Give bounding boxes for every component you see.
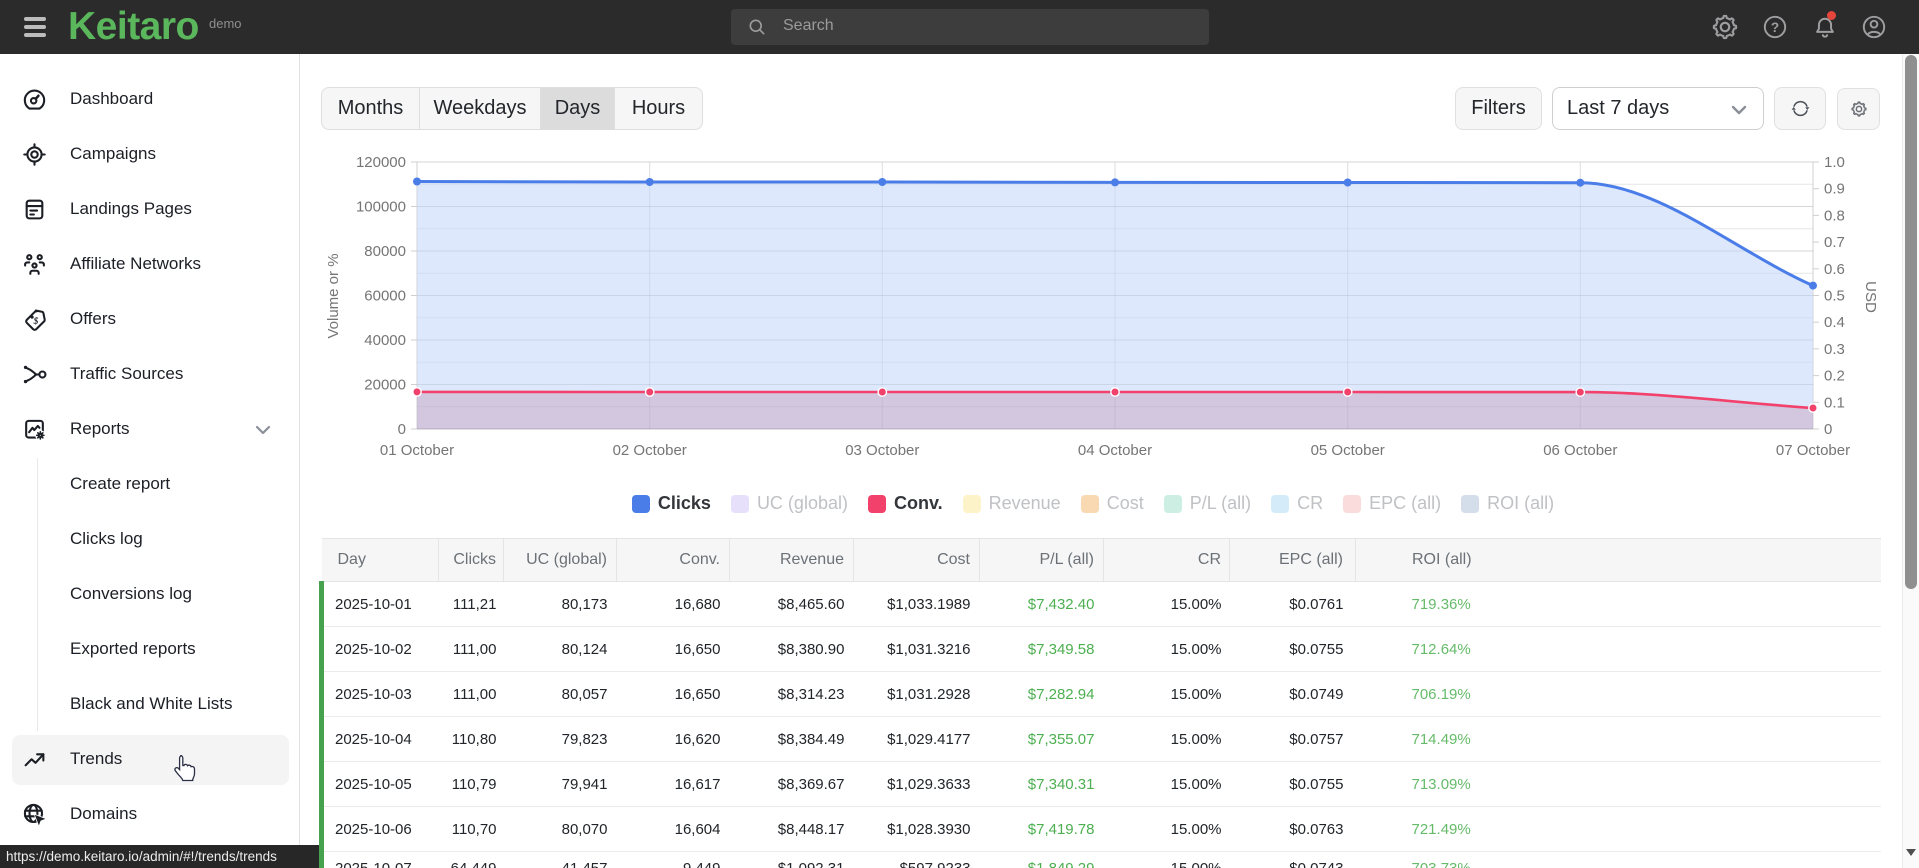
svg-text:20000: 20000 [364,377,406,394]
svg-text:0: 0 [1824,421,1832,438]
svg-text:02 October: 02 October [613,442,687,459]
svg-text:?: ? [1771,20,1779,35]
svg-text:04 October: 04 October [1078,442,1152,459]
svg-text:0.3: 0.3 [1824,341,1845,358]
svg-text:03 October: 03 October [845,442,919,459]
svg-text:USD: USD [1862,281,1879,313]
svg-text:0: 0 [398,421,406,438]
svg-text:120000: 120000 [356,154,406,171]
svg-text:60000: 60000 [364,288,406,305]
svg-text:$: $ [33,316,39,327]
svg-text:0.8: 0.8 [1824,207,1845,224]
svg-text:80000: 80000 [364,243,406,260]
svg-text:07 October: 07 October [1776,442,1850,459]
svg-text:100000: 100000 [356,199,406,216]
svg-text:01 October: 01 October [380,442,454,459]
svg-text:Volume or %: Volume or % [325,253,342,338]
svg-text:40000: 40000 [364,332,406,349]
svg-text:0.2: 0.2 [1824,368,1845,385]
svg-text:05 October: 05 October [1311,442,1385,459]
svg-text:0.1: 0.1 [1824,394,1845,411]
svg-text:0.5: 0.5 [1824,288,1845,305]
svg-text:0.7: 0.7 [1824,234,1845,251]
svg-text:0.9: 0.9 [1824,181,1845,198]
svg-text:1.0: 1.0 [1824,154,1845,171]
svg-text:0.4: 0.4 [1824,314,1845,331]
svg-text:06 October: 06 October [1543,442,1617,459]
svg-text:0.6: 0.6 [1824,261,1845,278]
